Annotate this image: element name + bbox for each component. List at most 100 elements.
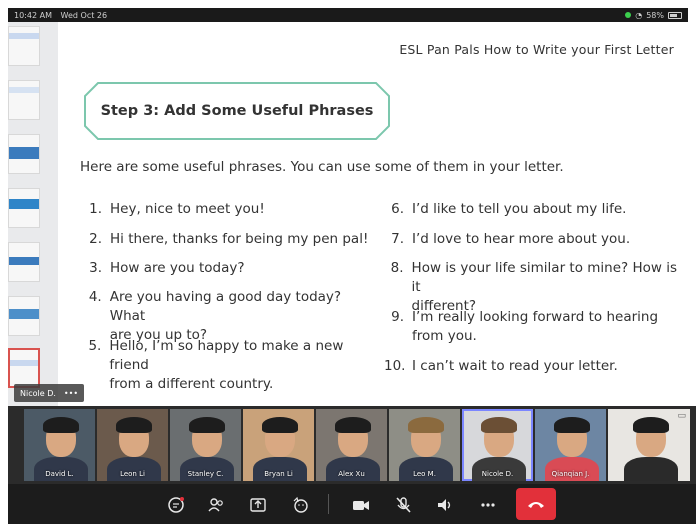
slide-thumbnail[interactable]	[8, 80, 40, 120]
list-item: 7. I’d love to hear more about you.	[384, 230, 630, 249]
mute-icon	[396, 497, 411, 513]
pip-toggle-icon[interactable]: ▭	[677, 411, 686, 421]
battery-percent: 58%	[646, 10, 664, 20]
list-item: 6. I’d like to tell you about my life.	[384, 200, 626, 219]
list-number: 3.	[89, 260, 102, 276]
phrase-text: How are you today?	[110, 259, 245, 278]
camera-button[interactable]	[348, 492, 374, 518]
participant-tile[interactable]: David L.	[24, 409, 95, 481]
slide-thumbnail[interactable]	[8, 242, 40, 282]
phrase-text: Hey, nice to meet you!	[110, 200, 265, 219]
wifi-icon: ◔	[635, 10, 643, 20]
slide-thumbnail[interactable]	[8, 26, 40, 66]
participant-name: Stanley C.	[187, 470, 224, 478]
status-bar-inner: 10:42 AM Wed Oct 26 ◔ 58%	[8, 8, 688, 22]
slide-thumbnail[interactable]	[8, 296, 40, 336]
mute-button[interactable]	[390, 492, 416, 518]
reactions-button[interactable]	[287, 492, 313, 518]
participant-name: Alex Xu	[338, 470, 365, 478]
participant-video	[624, 457, 678, 481]
presenter-name: Nicole D.	[20, 388, 56, 398]
speaker-button[interactable]	[432, 492, 458, 518]
participants-icon	[208, 498, 223, 512]
presenter-name-tag[interactable]: Nicole D. •••	[14, 384, 85, 402]
phrase-line: How is your life similar to mine? How is…	[411, 260, 678, 295]
hang-up-button[interactable]	[516, 488, 556, 520]
more-options-icon[interactable]: •••	[64, 389, 78, 398]
phrase-text: Hello, I’m so happy to make a new friend…	[109, 337, 376, 394]
list-number: 2.	[89, 231, 102, 247]
more-button[interactable]	[475, 492, 501, 518]
document-header-title: ESL Pan Pals How to Write your First Let…	[399, 42, 674, 57]
participant-hair	[408, 417, 444, 433]
participant-hair	[43, 417, 79, 433]
participant-hair	[116, 417, 152, 433]
share-screen-icon	[250, 498, 266, 512]
list-item: 2. Hi there, thanks for being my pen pal…	[86, 230, 368, 249]
list-number: 6.	[391, 201, 404, 217]
status-left: 10:42 AM Wed Oct 26	[14, 11, 113, 20]
status-date: Wed Oct 26	[60, 10, 108, 20]
phrase-line: I can’t wait to read your letter.	[412, 358, 618, 374]
slide-thumbnail[interactable]	[8, 188, 40, 228]
participant-tile[interactable]: Leo M.	[389, 409, 460, 481]
list-number: 5.	[88, 338, 102, 354]
step-title: Step 3: Add Some Useful Phrases	[100, 103, 374, 119]
participant-name: Qianqian J.	[551, 470, 590, 478]
participant-name: David L.	[45, 470, 74, 478]
participant-tile-active-speaker[interactable]: Nicole D.	[462, 409, 533, 481]
list-number: 10.	[384, 358, 406, 374]
list-item: 9. I’m really looking forward to hearing…	[384, 308, 658, 346]
list-item: 3. How are you today?	[86, 259, 245, 278]
camera-icon	[353, 501, 369, 510]
phrase-text: I’d like to tell you about my life.	[412, 200, 626, 219]
chat-button[interactable]	[163, 492, 189, 518]
chat-icon	[168, 497, 184, 513]
phrase-text: Hi there, thanks for being my pen pal!	[110, 230, 368, 249]
participant-tile[interactable]: Bryan Li	[243, 409, 314, 481]
phrase-line: from you.	[412, 328, 477, 344]
slide-thumbnail-strip[interactable]	[8, 22, 58, 406]
slide-thumbnail[interactable]	[8, 134, 40, 174]
participant-hair	[335, 417, 371, 433]
phrase-line: How are you today?	[110, 260, 245, 276]
meeting-control-bar	[8, 484, 696, 524]
participant-name: Leon Li	[120, 470, 145, 478]
status-bar: 10:42 AM Wed Oct 26 ◔ 58%	[0, 0, 696, 22]
list-item: 10. I can’t wait to read your letter.	[384, 357, 618, 376]
participant-name: Nicole D.	[481, 470, 514, 478]
participant-hair	[262, 417, 298, 433]
participant-hair	[189, 417, 225, 433]
phrase-line: from a different country.	[109, 376, 274, 392]
camera-active-icon	[625, 12, 632, 18]
more-icon	[481, 503, 495, 507]
phrase-line: Hey, nice to meet you!	[110, 201, 265, 217]
status-time: 10:42 AM	[14, 10, 52, 20]
phrase-line: Hello, I’m so happy to make a new friend	[109, 338, 344, 373]
speaker-icon	[438, 499, 451, 511]
intro-text: Here are some useful phrases. You can us…	[80, 159, 564, 175]
phrase-text: I can’t wait to read your letter.	[412, 357, 618, 376]
participants-button[interactable]	[203, 492, 229, 518]
share-screen-button[interactable]	[245, 492, 271, 518]
slide-thumbnail-selected[interactable]	[8, 348, 40, 388]
phrase-line: I’m really looking forward to hearing	[412, 309, 659, 325]
participant-tile[interactable]: Stanley C.	[170, 409, 241, 481]
list-number: 7.	[391, 231, 404, 247]
list-item: 5. Hello, I’m so happy to make a new fri…	[86, 337, 376, 394]
phrase-line: I’d love to hear more about you.	[412, 231, 631, 247]
control-divider	[328, 494, 329, 514]
reactions-icon	[293, 496, 308, 513]
participant-tile[interactable]: Alex Xu	[316, 409, 387, 481]
participant-tile[interactable]: Qianqian J.	[535, 409, 606, 481]
participant-tile[interactable]: ▭	[608, 409, 690, 481]
slide-canvas: ESL Pan Pals How to Write your First Let…	[58, 22, 696, 406]
list-number: 9.	[391, 309, 404, 325]
participant-tile[interactable]: Leon Li	[97, 409, 168, 481]
status-right: ◔ 58%	[625, 11, 682, 20]
participant-strip: David L. Leon Li Stanley C. Bryan Li Ale…	[8, 406, 696, 484]
participant-name: Leo M.	[413, 470, 436, 478]
participant-hair	[554, 417, 590, 433]
participant-hair	[481, 417, 517, 433]
participant-hair	[633, 417, 669, 433]
